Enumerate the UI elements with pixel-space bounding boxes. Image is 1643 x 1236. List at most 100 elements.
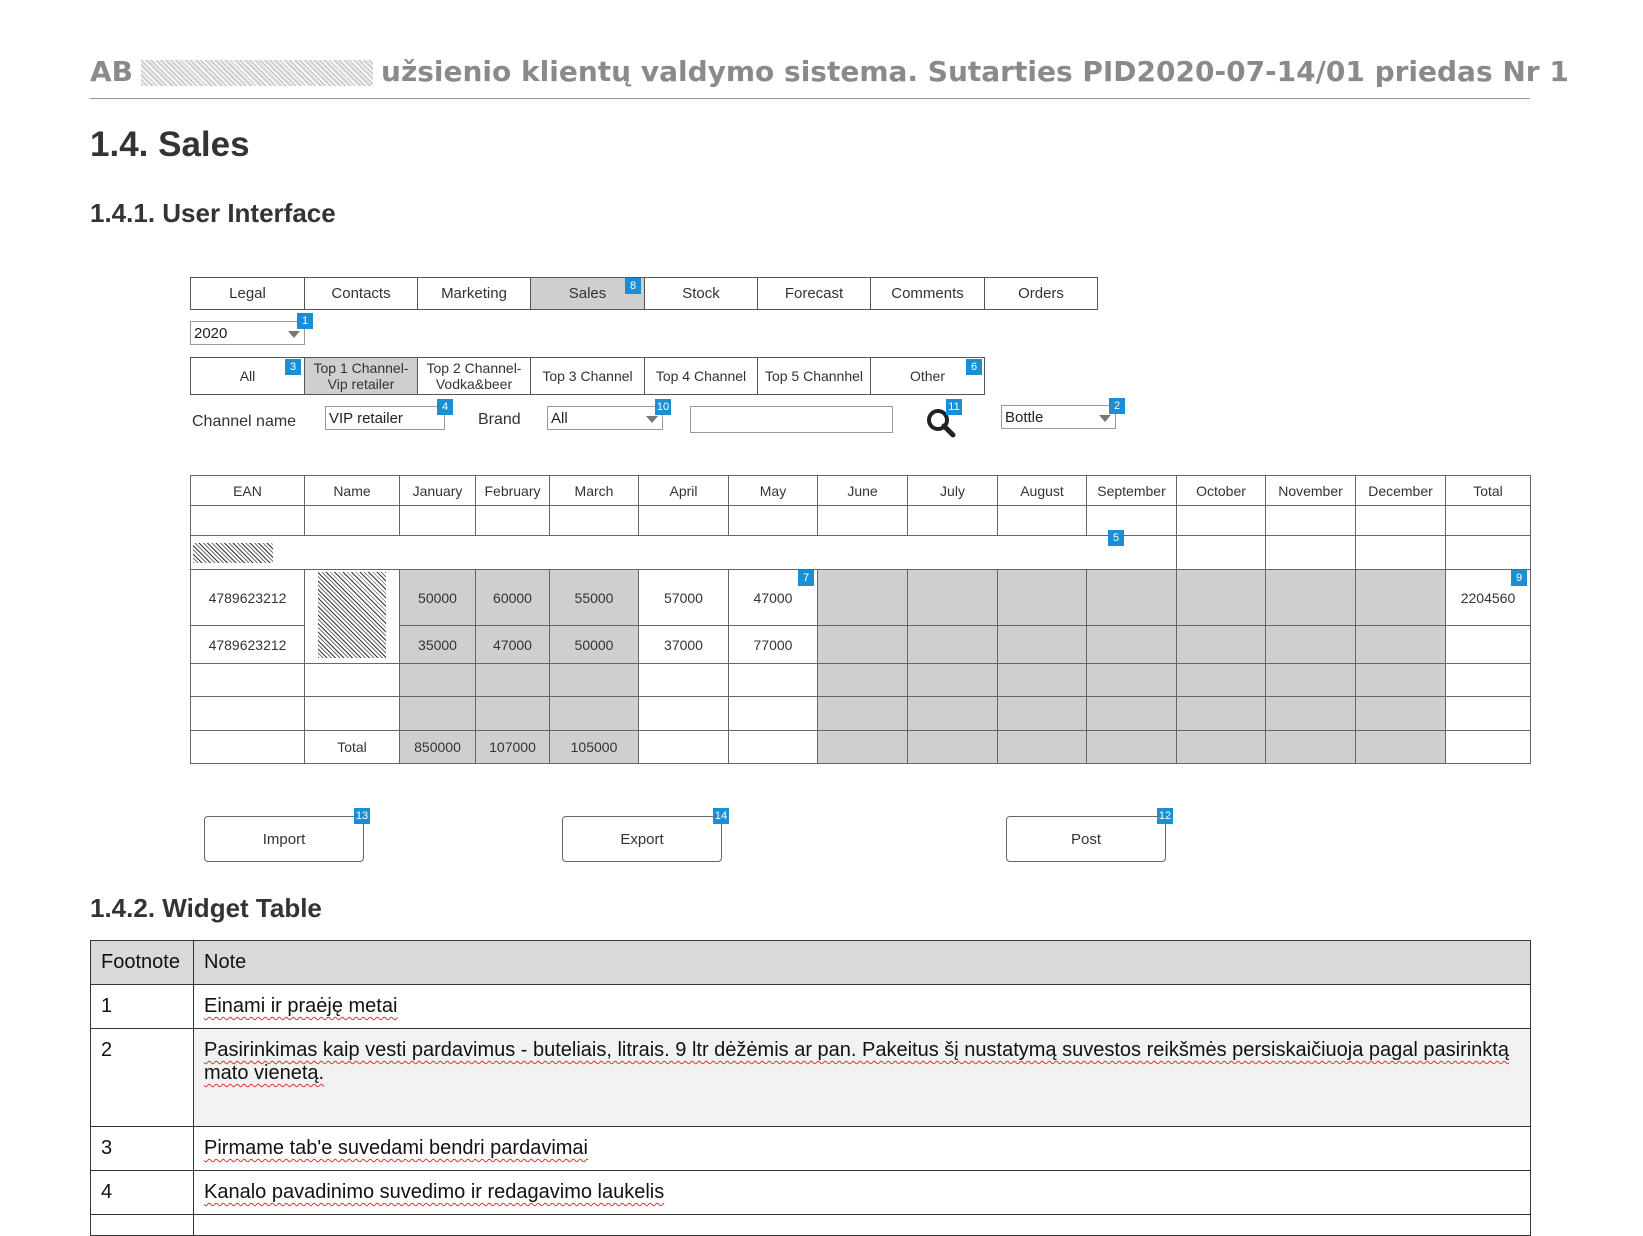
channel-name-input[interactable]: VIP retailer — [325, 406, 445, 430]
brand-group-row — [190, 535, 1531, 570]
channel-tab-top5[interactable]: Top 5 Channhel — [757, 357, 871, 395]
channel-tab-label: All — [239, 368, 256, 384]
note-header: Note — [193, 940, 1531, 985]
col-header-february: February — [475, 475, 550, 506]
month-cell — [817, 569, 908, 626]
month-cell[interactable]: 60000 — [475, 569, 550, 626]
col-header-may: May — [728, 475, 818, 506]
grid-cell[interactable] — [399, 505, 476, 536]
channel-tab-label: Other — [909, 368, 945, 384]
badge-9: 9 — [1511, 570, 1527, 586]
grid-cell[interactable] — [1265, 535, 1356, 570]
month-cell[interactable]: 35000 — [399, 625, 476, 664]
grand-total-cell — [1445, 730, 1531, 764]
col-header-july: July — [907, 475, 998, 506]
grid-cell[interactable] — [907, 505, 998, 536]
search-input[interactable] — [690, 406, 893, 433]
month-cell[interactable]: 55000 — [549, 569, 639, 626]
brand-select[interactable]: All — [547, 406, 663, 430]
month-cell — [1086, 696, 1177, 731]
grid-cell[interactable] — [1265, 505, 1356, 536]
month-cell[interactable] — [728, 663, 818, 697]
grid-cell[interactable] — [817, 505, 908, 536]
grid-cell[interactable] — [475, 505, 550, 536]
month-cell[interactable] — [475, 663, 550, 697]
month-cell[interactable] — [399, 663, 476, 697]
tab-orders[interactable]: Orders — [984, 277, 1098, 310]
grid-cell[interactable] — [997, 505, 1087, 536]
tab-comments[interactable]: Comments — [870, 277, 985, 310]
channel-tab-top2[interactable]: Top 2 Channel- Vodka&beer — [417, 357, 531, 395]
month-total-cell — [997, 730, 1087, 764]
grid-cell[interactable] — [190, 505, 305, 536]
badge-6: 6 — [966, 359, 982, 375]
tab-legal[interactable]: Legal — [190, 277, 305, 310]
tab-forecast[interactable]: Forecast — [757, 277, 871, 310]
grid-cell[interactable] — [190, 696, 305, 731]
month-cell — [1265, 696, 1356, 731]
widget-subtitle: 1.4.2. Widget Table — [90, 893, 322, 923]
month-cell[interactable] — [728, 696, 818, 731]
channel-tab-top3[interactable]: Top 3 Channel — [530, 357, 645, 395]
brand-group-cell — [190, 535, 1177, 570]
grid-cell[interactable] — [1176, 505, 1266, 536]
header-prefix: AB — [90, 55, 134, 88]
month-cell[interactable] — [638, 663, 729, 697]
post-button[interactable]: Post — [1006, 816, 1166, 862]
month-cell — [1355, 696, 1446, 731]
month-total-cell: 107000 — [475, 730, 550, 764]
note-text — [193, 1214, 1531, 1236]
table-row — [190, 505, 1531, 536]
channel-tab-top1[interactable]: Top 1 Channel- Vip retailer — [304, 357, 418, 395]
month-cell[interactable] — [549, 696, 639, 731]
channel-tab-top4[interactable]: Top 4 Channel — [644, 357, 758, 395]
tab-stock[interactable]: Stock — [644, 277, 758, 310]
table-row: 4 Kanalo pavadinimo suvedimo ir redagavi… — [90, 1170, 1531, 1215]
grid-cell[interactable] — [728, 505, 818, 536]
month-cell[interactable]: 50000 — [549, 625, 639, 664]
export-label: Export — [620, 830, 664, 848]
tab-marketing[interactable]: Marketing — [417, 277, 531, 310]
grid-total-row: Total 850000 107000 105000 — [190, 730, 1531, 764]
col-header-october: October — [1176, 475, 1266, 506]
year-select[interactable]: 2020 — [190, 321, 305, 345]
ean-cell[interactable]: 4789623212 — [190, 625, 305, 664]
export-button[interactable]: Export — [562, 816, 722, 862]
month-cell[interactable]: 37000 — [638, 625, 729, 664]
month-cell[interactable]: 57000 — [638, 569, 729, 626]
grid-cell[interactable] — [304, 505, 400, 536]
tab-contacts[interactable]: Contacts — [304, 277, 418, 310]
month-cell[interactable] — [549, 663, 639, 697]
redacted-product-name — [318, 572, 386, 658]
month-cell[interactable] — [638, 696, 729, 731]
col-header-april: April — [638, 475, 729, 506]
import-button[interactable]: Import — [204, 816, 364, 862]
month-cell — [1176, 696, 1266, 731]
month-cell[interactable] — [399, 696, 476, 731]
ean-cell[interactable]: 4789623212 — [190, 569, 305, 626]
grid-cell[interactable] — [1355, 505, 1446, 536]
unit-select[interactable]: Bottle — [1001, 405, 1116, 429]
grid-cell[interactable] — [304, 663, 400, 697]
grid-cell[interactable] — [1445, 505, 1531, 536]
tab-label: Legal — [229, 285, 266, 302]
grid-header-row: EAN Name January February March April Ma… — [190, 475, 1531, 506]
month-cell[interactable]: 50000 — [399, 569, 476, 626]
grid-cell[interactable] — [1445, 535, 1531, 570]
product-name-cell — [304, 569, 400, 664]
grid-cell[interactable] — [190, 663, 305, 697]
month-cell — [907, 663, 998, 697]
badge-11: 11 — [946, 399, 962, 415]
month-cell[interactable] — [475, 696, 550, 731]
month-cell[interactable]: 77000 — [728, 625, 818, 664]
grid-cell[interactable] — [304, 696, 400, 731]
grid-cell[interactable] — [638, 505, 729, 536]
month-cell[interactable]: 47000 — [475, 625, 550, 664]
month-total-cell — [1355, 730, 1446, 764]
grid-cell[interactable] — [549, 505, 639, 536]
badge-13: 13 — [354, 808, 370, 824]
month-total-cell: 105000 — [549, 730, 639, 764]
grid-cell[interactable] — [1176, 535, 1266, 570]
grid-cell[interactable] — [1355, 535, 1446, 570]
grid-cell[interactable] — [1086, 505, 1177, 536]
